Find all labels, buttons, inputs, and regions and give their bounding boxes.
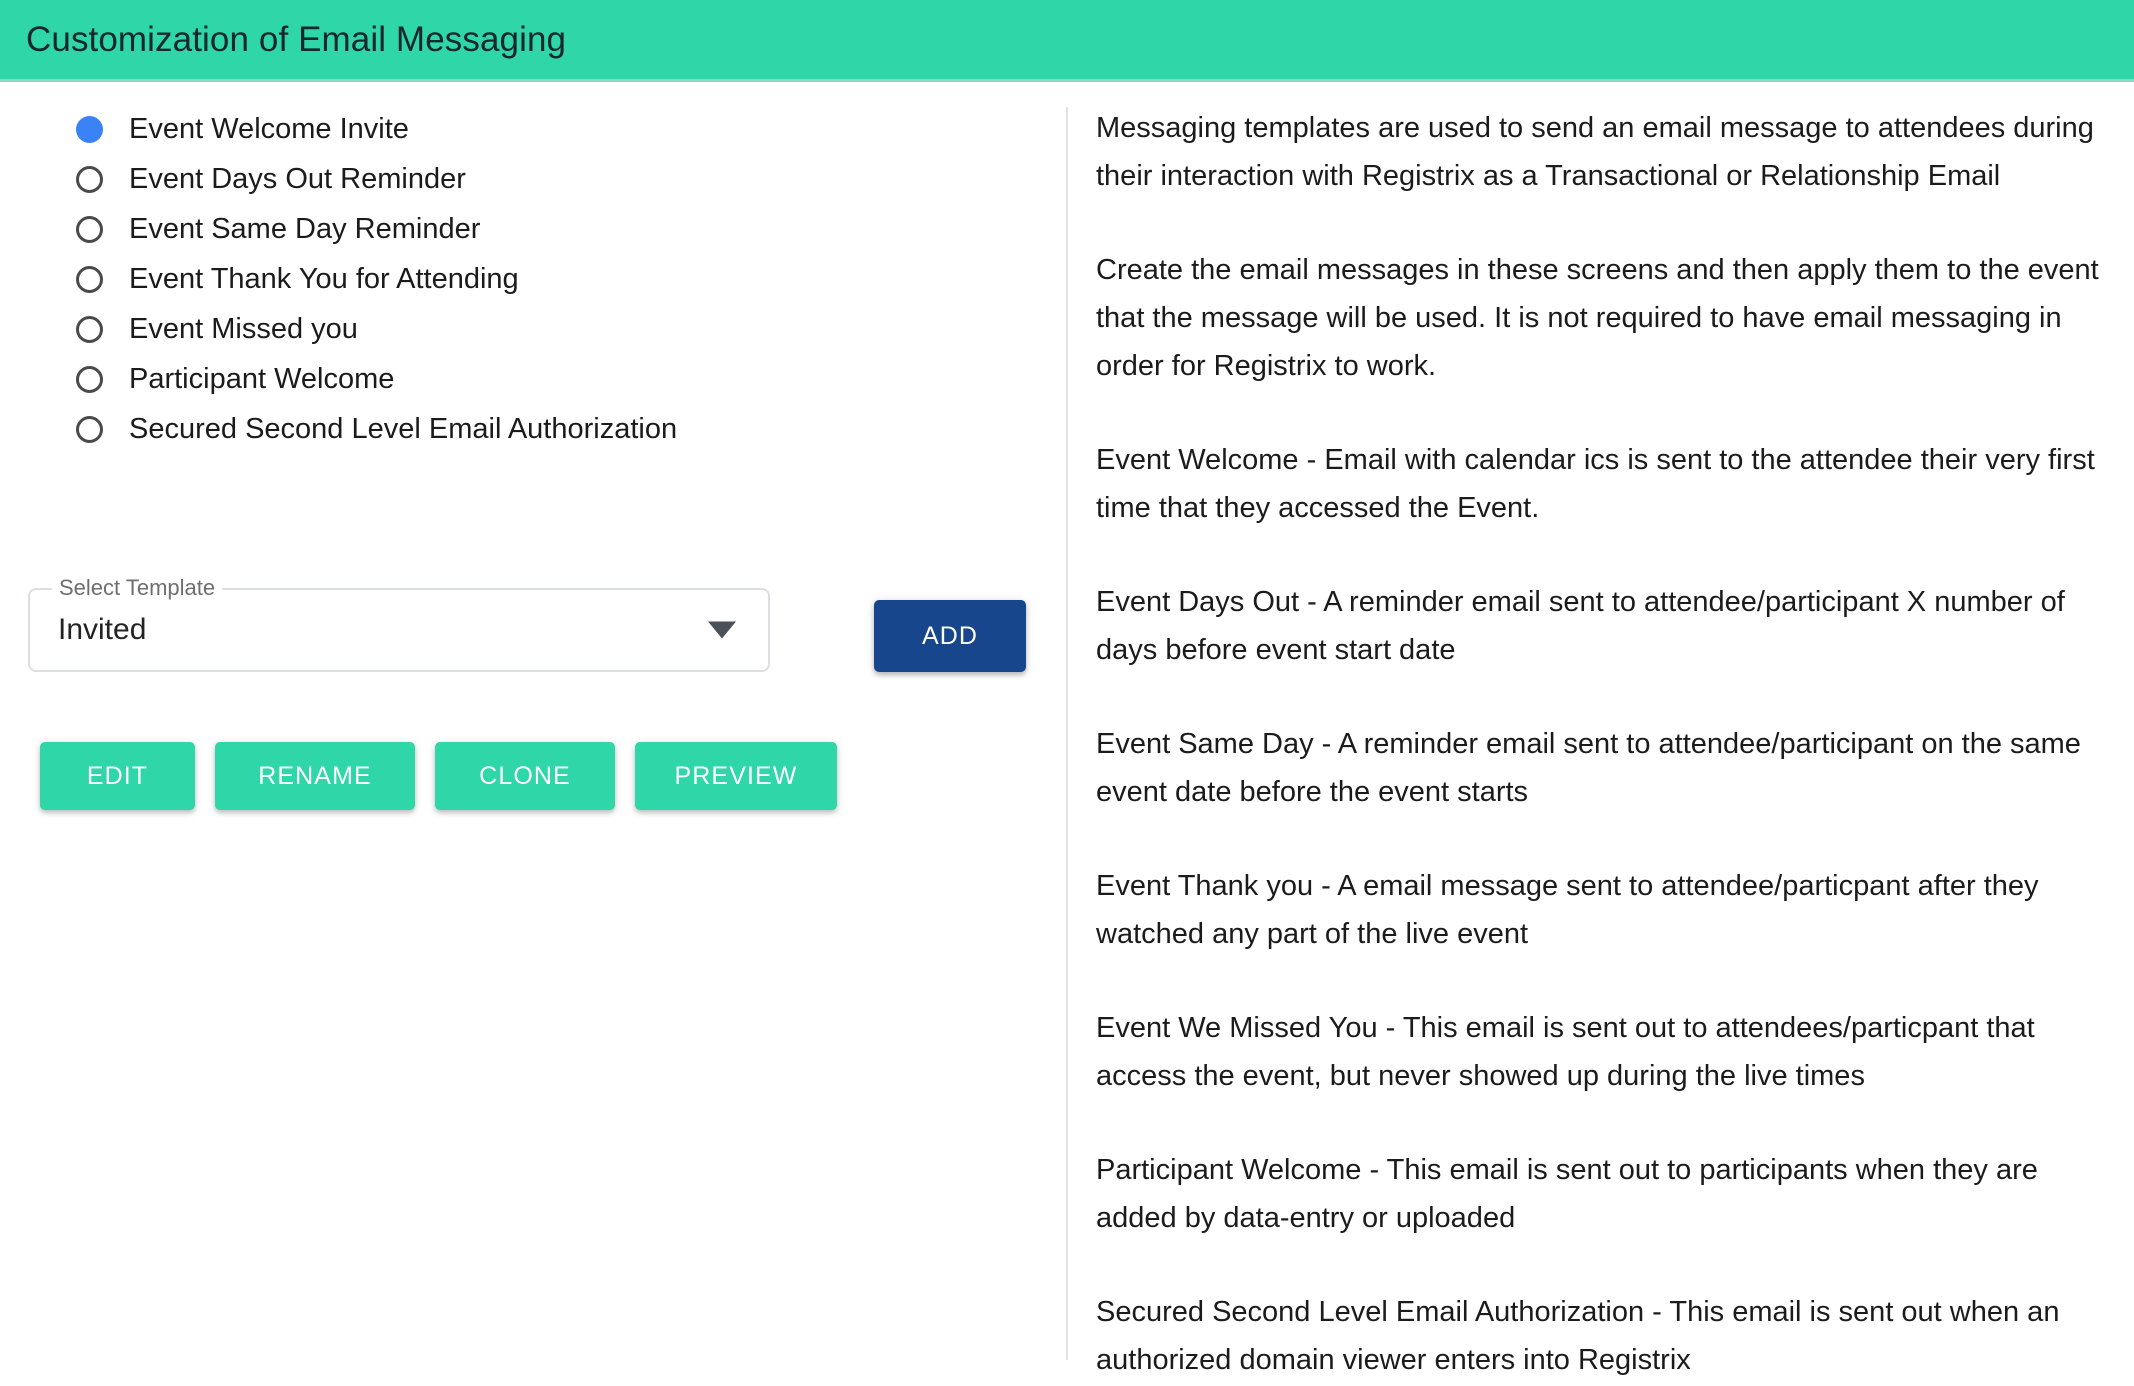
radio-unselected-icon[interactable] [76, 265, 103, 293]
page-body: Event Welcome Invite Event Days Out Remi… [0, 82, 2134, 1386]
radio-option-label: Secured Second Level Email Authorization [129, 412, 678, 445]
radio-option-secured-second-level-email-authorization[interactable]: Secured Second Level Email Authorization [0, 404, 1020, 454]
message-type-radio-group: Event Welcome Invite Event Days Out Remi… [0, 104, 1020, 454]
radio-selected-icon[interactable] [76, 115, 103, 143]
email-messaging-page: Customization of Email Messaging Event W… [0, 0, 2134, 1386]
chevron-down-icon[interactable] [708, 621, 736, 639]
help-paragraph: Participant Welcome - This email is sent… [1096, 1154, 2038, 1234]
help-paragraph: Secured Second Level Email Authorization… [1096, 1296, 2060, 1376]
radio-unselected-icon[interactable] [76, 415, 103, 443]
template-action-buttons: EDIT RENAME CLONE PREVIEW [40, 742, 837, 810]
radio-unselected-icon[interactable] [76, 315, 103, 343]
help-paragraph: Event Same Day - A reminder email sent t… [1096, 728, 2081, 808]
vertical-divider [1066, 107, 1068, 1360]
select-template-field[interactable]: Select Template Invited [28, 577, 770, 672]
clone-button[interactable]: CLONE [435, 742, 615, 810]
help-paragraph: Event Days Out - A reminder email sent t… [1096, 586, 2065, 666]
radio-unselected-icon[interactable] [76, 365, 103, 393]
help-paragraph: Event Thank you - A email message sent t… [1096, 870, 2039, 950]
radio-option-event-welcome-invite[interactable]: Event Welcome Invite [0, 104, 1020, 154]
radio-unselected-icon[interactable] [76, 165, 103, 193]
radio-option-label: Event Days Out Reminder [129, 162, 466, 195]
radio-option-label: Event Welcome Invite [129, 112, 409, 145]
rename-button[interactable]: RENAME [215, 742, 415, 810]
edit-button[interactable]: EDIT [40, 742, 195, 810]
radio-option-event-same-day-reminder[interactable]: Event Same Day Reminder [0, 204, 1020, 254]
radio-option-label: Event Thank You for Attending [129, 262, 519, 295]
radio-option-event-missed-you[interactable]: Event Missed you [0, 304, 1020, 354]
help-text-panel: Messaging templates are used to send an … [1096, 104, 2106, 1384]
select-template-value: Invited [58, 613, 147, 646]
radio-option-label: Event Same Day Reminder [129, 212, 481, 245]
radio-unselected-icon[interactable] [76, 215, 103, 243]
help-paragraph: Event We Missed You - This email is sent… [1096, 1012, 2035, 1092]
help-paragraph: Event Welcome - Email with calendar ics … [1096, 444, 2095, 524]
help-paragraph: Create the email messages in these scree… [1096, 254, 2099, 382]
help-paragraph: Messaging templates are used to send an … [1096, 112, 2094, 192]
radio-option-label: Event Missed you [129, 312, 358, 345]
select-template-label: Select Template [52, 577, 223, 599]
radio-option-event-thank-you-for-attending[interactable]: Event Thank You for Attending [0, 254, 1020, 304]
preview-button[interactable]: PREVIEW [635, 742, 837, 810]
left-panel: Event Welcome Invite Event Days Out Remi… [0, 82, 1066, 1386]
radio-option-label: Participant Welcome [129, 362, 395, 395]
page-title: Customization of Email Messaging [26, 20, 567, 59]
radio-option-event-days-out-reminder[interactable]: Event Days Out Reminder [0, 154, 1020, 204]
radio-option-participant-welcome[interactable]: Participant Welcome [0, 354, 1020, 404]
page-header: Customization of Email Messaging [0, 0, 2134, 79]
add-button[interactable]: ADD [874, 600, 1026, 672]
